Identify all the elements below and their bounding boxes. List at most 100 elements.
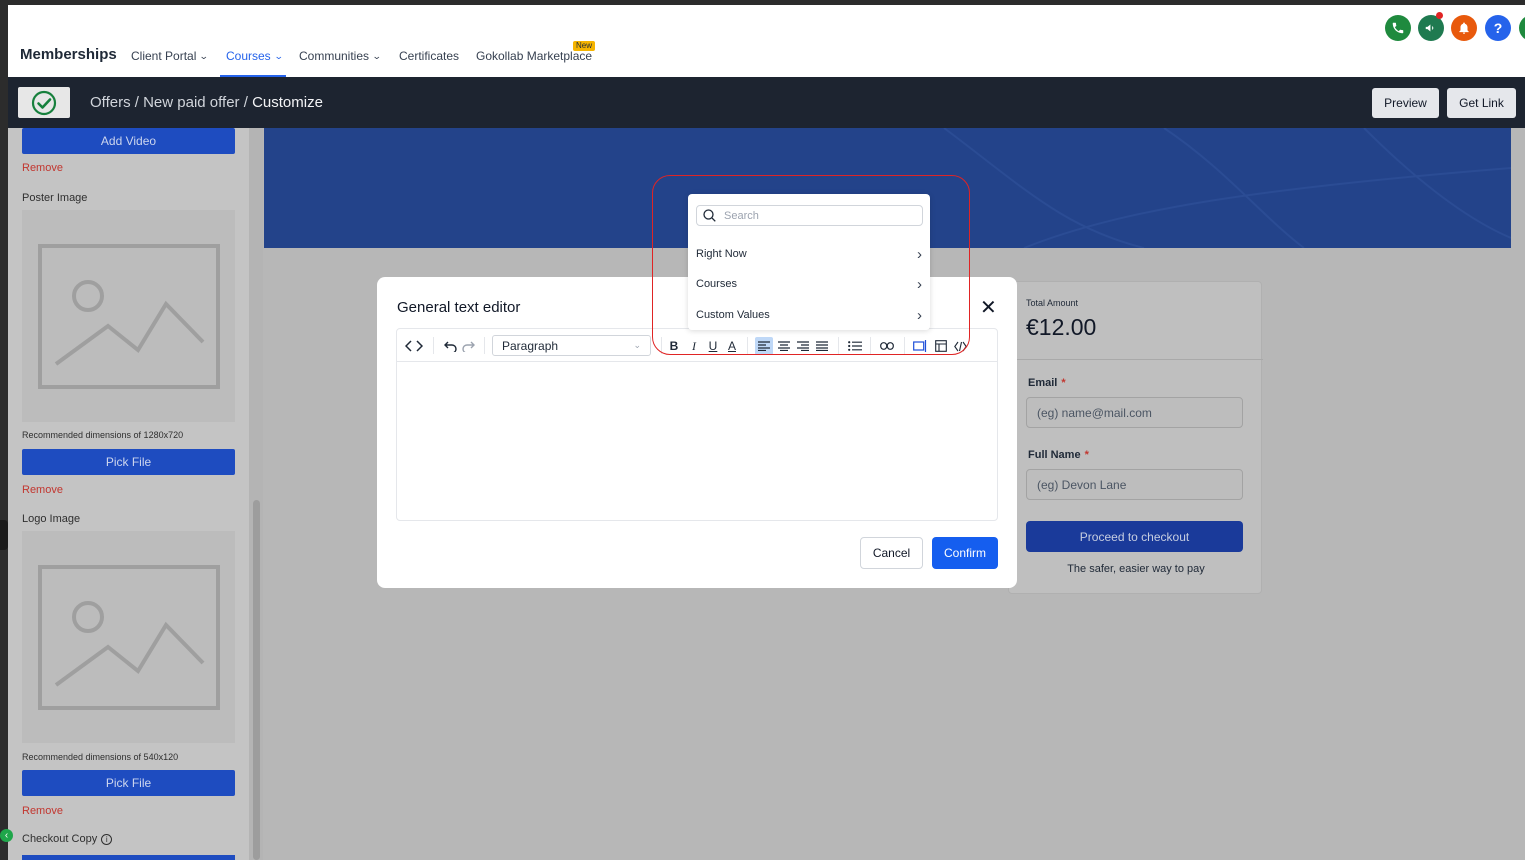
remove-video-link[interactable]: Remove: [22, 162, 63, 174]
modal-title: General text editor: [397, 299, 521, 316]
top-navigation: Memberships Client Portal ⌄ Courses ⌄ Co…: [8, 5, 1525, 77]
link-icon[interactable]: [879, 337, 895, 355]
get-link-button[interactable]: Get Link: [1447, 88, 1516, 118]
collapse-panel-icon[interactable]: ‹: [0, 829, 13, 842]
chevron-down-icon: ⌄: [371, 50, 382, 61]
editor-header-bar: Offers / New paid offer / Customize Prev…: [8, 77, 1525, 128]
logo-image-placeholder[interactable]: [22, 531, 235, 743]
poster-image-placeholder[interactable]: [22, 210, 235, 422]
dropdown-item-custom-values[interactable]: Custom Values ›: [688, 303, 930, 327]
required-mark: *: [1084, 449, 1089, 461]
bold-icon[interactable]: B: [667, 337, 681, 355]
close-icon[interactable]: ✕: [980, 295, 997, 320]
full-name-field[interactable]: (eg) Devon Lane: [1026, 469, 1243, 500]
checkout-copy-button-edge[interactable]: [22, 855, 235, 860]
italic-icon[interactable]: I: [687, 337, 701, 355]
nav-certificates[interactable]: Certificates: [399, 49, 459, 63]
dropdown-item-courses[interactable]: Courses ›: [688, 272, 930, 296]
paragraph-format-value: Paragraph: [502, 338, 559, 353]
breadcrumb-separator: /: [239, 94, 253, 111]
table-icon[interactable]: [934, 337, 948, 355]
email-label-text: Email: [1028, 377, 1058, 389]
full-name-label-text: Full Name: [1028, 449, 1081, 461]
email-field[interactable]: (eg) name@mail.com: [1026, 397, 1243, 428]
nav-client-portal[interactable]: Client Portal ⌄: [131, 49, 209, 63]
image-icon: [37, 564, 220, 710]
chevron-right-icon: ›: [917, 306, 922, 324]
checkout-card: Total Amount €12.00 Email * (eg) name@mai…: [1008, 281, 1263, 594]
proceed-to-checkout-button[interactable]: Proceed to checkout: [1026, 521, 1243, 552]
phone-icon[interactable]: [1385, 15, 1411, 41]
breadcrumb: Offers / New paid offer / Customize: [90, 94, 323, 111]
toolbar-separator: [484, 337, 485, 354]
embed-code-icon[interactable]: [953, 337, 967, 355]
underline-icon[interactable]: U: [706, 337, 720, 355]
undo-icon[interactable]: [443, 337, 457, 355]
toolbar-separator: [838, 337, 839, 354]
nav-label: Courses: [226, 49, 271, 63]
dropdown-search-input[interactable]: Search: [696, 205, 923, 226]
text-color-icon[interactable]: A: [725, 337, 739, 355]
dropdown-item-label: Custom Values: [696, 309, 770, 321]
align-center-icon[interactable]: [777, 337, 791, 355]
window-frame-left: [0, 5, 8, 860]
checkout-copy-text: Checkout Copy: [22, 833, 98, 845]
source-code-icon[interactable]: [404, 337, 424, 355]
help-icon[interactable]: ?: [1485, 15, 1511, 41]
confirm-button[interactable]: Confirm: [932, 537, 998, 569]
search-icon: [703, 209, 716, 222]
redo-icon[interactable]: [461, 337, 475, 355]
info-icon[interactable]: i: [101, 833, 113, 845]
total-amount-value: €12.00: [1026, 314, 1097, 340]
notification-dot: [1436, 12, 1443, 19]
toolbar-separator: [870, 337, 871, 354]
bell-icon[interactable]: [1451, 15, 1477, 41]
side-edge-tab: [0, 520, 8, 550]
nav-label: Gokollab Marketplace: [476, 49, 593, 63]
nav-communities[interactable]: Communities ⌄: [299, 49, 382, 63]
toolbar-separator: [904, 337, 905, 354]
pick-file-button[interactable]: Pick File: [22, 770, 235, 796]
dropdown-item-label: Right Now: [696, 248, 747, 260]
align-justify-icon[interactable]: [815, 337, 829, 355]
paragraph-format-select[interactable]: Paragraph ⌄: [492, 335, 651, 356]
nav-courses[interactable]: Courses ⌄: [226, 49, 284, 63]
align-right-icon[interactable]: [796, 337, 810, 355]
panel-scrollbar-thumb[interactable]: [253, 500, 260, 860]
preview-button[interactable]: Preview: [1372, 88, 1439, 118]
nav-gokollab-marketplace[interactable]: Gokollab Marketplace: [476, 49, 592, 63]
toolbar-separator: [661, 337, 662, 354]
pick-file-button[interactable]: Pick File: [22, 449, 235, 475]
editor-content-area[interactable]: [397, 363, 997, 520]
chevron-down-icon: ⌄: [273, 50, 284, 61]
add-video-button[interactable]: Add Video: [22, 128, 235, 154]
logo-image-label: Logo Image: [22, 513, 81, 525]
breadcrumb-customize: Customize: [252, 94, 323, 111]
nav-label: Client Portal: [131, 49, 197, 63]
required-mark: *: [1061, 377, 1066, 389]
align-left-icon[interactable]: [755, 337, 773, 355]
settings-panel: Add Video Remove Poster Image Recommende…: [8, 128, 249, 860]
cancel-button[interactable]: Cancel: [860, 537, 923, 569]
checkout-copy-label: Checkout Copy i: [22, 833, 113, 845]
nav-label: Certificates: [399, 49, 460, 63]
bullet-list-icon[interactable]: [847, 337, 863, 355]
editor-toolbar: Paragraph ⌄ B I U A: [397, 329, 997, 362]
rich-text-editor: Paragraph ⌄ B I U A: [396, 328, 998, 521]
breadcrumb-offers[interactable]: Offers: [90, 94, 131, 111]
new-badge: New: [573, 41, 596, 51]
breadcrumb-separator: /: [130, 94, 144, 111]
brand-title: Memberships: [20, 46, 117, 63]
dropdown-item-right-now[interactable]: Right Now ›: [688, 242, 930, 266]
nav-label: Communities: [299, 49, 370, 63]
full-name-label: Full Name *: [1028, 449, 1089, 461]
toolbar-separator: [747, 337, 748, 354]
remove-logo-link[interactable]: Remove: [22, 805, 63, 817]
user-icon[interactable]: [1519, 15, 1525, 41]
image-icon: [37, 243, 220, 389]
breadcrumb-new-paid-offer[interactable]: New paid offer: [143, 94, 239, 111]
safe-pay-text: The safer, easier way to pay: [1067, 563, 1205, 575]
remove-poster-link[interactable]: Remove: [22, 484, 63, 496]
custom-field-icon[interactable]: [912, 337, 928, 355]
logo-check-icon: [18, 87, 70, 118]
